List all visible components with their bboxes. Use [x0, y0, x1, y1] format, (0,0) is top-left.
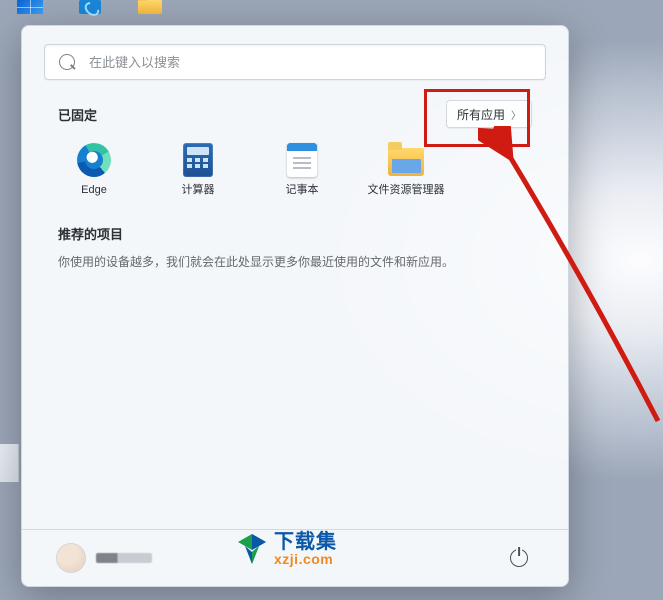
power-button[interactable] — [504, 543, 534, 573]
pinned-title: 已固定 — [58, 105, 97, 124]
pinned-app-calculator[interactable]: 计算器 — [162, 140, 234, 200]
pinned-app-edge[interactable]: Edge — [58, 140, 130, 200]
taskbar-app-explorer[interactable] — [120, 0, 180, 18]
all-apps-button[interactable]: 所有应用 〉 — [446, 100, 532, 128]
file-explorer-icon — [138, 0, 162, 14]
start-button[interactable] — [0, 0, 60, 18]
pinned-app-notepad[interactable]: 记事本 — [266, 140, 338, 200]
pinned-app-label: 计算器 — [182, 184, 215, 198]
pinned-app-label: 文件资源管理器 — [368, 184, 445, 198]
start-icon — [17, 0, 43, 14]
user-name-redacted — [96, 553, 152, 563]
search-box[interactable] — [44, 44, 546, 80]
search-input[interactable] — [87, 54, 531, 71]
notepad-icon — [287, 143, 317, 177]
calculator-icon — [183, 143, 213, 177]
pinned-app-label: 记事本 — [286, 184, 319, 198]
recommended-section: 推荐的项目 你使用的设备越多，我们就会在此处显示更多你最近使用的文件和新应用。 — [22, 200, 568, 271]
chevron-right-icon: 〉 — [511, 107, 521, 122]
pinned-grid: Edge 计算器 记事本 文件资源管理器 — [58, 140, 532, 200]
start-menu-footer — [22, 529, 568, 586]
taskbar-app-security[interactable] — [60, 0, 120, 18]
recommended-title: 推荐的项目 — [58, 224, 532, 243]
search-icon — [59, 54, 75, 70]
security-center-icon — [79, 0, 101, 14]
all-apps-label: 所有应用 — [457, 106, 505, 123]
recommended-empty-text: 你使用的设备越多，我们就会在此处显示更多你最近使用的文件和新应用。 — [58, 253, 532, 271]
clipped-window-edge — [0, 444, 19, 482]
avatar — [56, 543, 86, 573]
file-explorer-icon — [388, 148, 424, 176]
taskbar-fragment — [0, 0, 180, 18]
pinned-app-explorer[interactable]: 文件资源管理器 — [370, 140, 442, 200]
power-icon — [510, 549, 528, 567]
pinned-app-label: Edge — [81, 184, 107, 198]
start-menu: 已固定 所有应用 〉 Edge 计算器 记事本 — [21, 25, 569, 587]
edge-icon — [77, 143, 111, 177]
desktop-wallpaper: 已固定 所有应用 〉 Edge 计算器 记事本 — [0, 0, 663, 600]
pinned-section: 已固定 所有应用 〉 Edge 计算器 记事本 — [22, 86, 568, 200]
user-account-button[interactable] — [56, 543, 152, 573]
